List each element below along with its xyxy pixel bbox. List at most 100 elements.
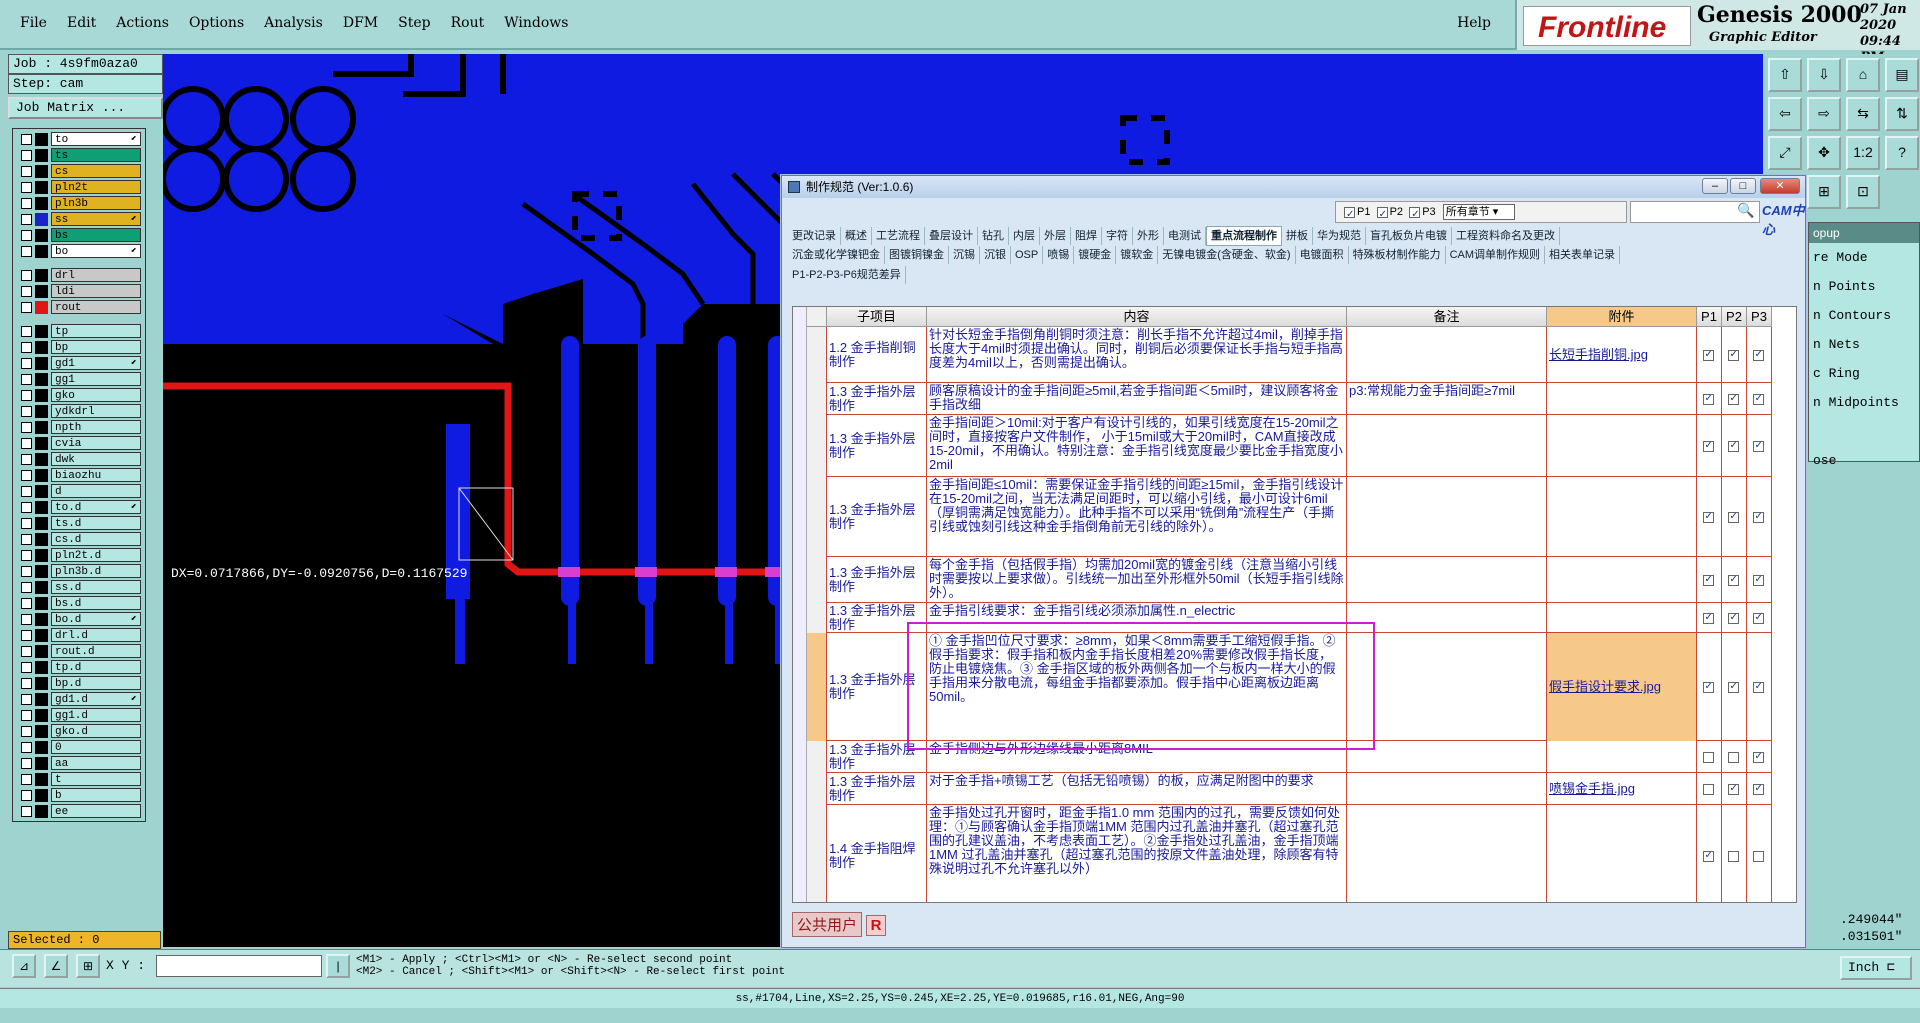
menu-analysis[interactable]: Analysis (264, 15, 323, 31)
layer-row[interactable]: bo.d ⬋ (15, 611, 143, 627)
layer-row[interactable]: gg1 (15, 371, 143, 387)
layer-name[interactable]: to ⬋ (51, 132, 141, 146)
p3-checkbox[interactable] (1752, 850, 1764, 862)
p3-checkbox[interactable] (1752, 573, 1764, 587)
maximize-button[interactable]: □ (1730, 178, 1756, 194)
layer-row[interactable]: d (15, 483, 143, 499)
tab-tabs_row1-15[interactable]: 工程资料命名及更改 (1452, 227, 1560, 245)
cell-attachment[interactable]: 假手指设计要求.jpg (1547, 633, 1697, 741)
layer-name[interactable]: ldi (51, 284, 141, 298)
layer-name[interactable]: gd1.d ⬋ (51, 692, 141, 706)
layer-color-swatch[interactable] (35, 468, 48, 482)
cell-attachment[interactable] (1547, 477, 1697, 557)
close-button[interactable]: ✕ (1760, 178, 1800, 194)
layer-name[interactable]: tp.d (51, 660, 141, 674)
p1-checkbox[interactable] (1702, 680, 1714, 694)
p2-checkbox[interactable] (1376, 205, 1388, 225)
layer-color-swatch[interactable] (35, 676, 48, 690)
cell-attachment[interactable] (1547, 383, 1697, 415)
layer-color-swatch[interactable] (35, 628, 48, 642)
tab-tabs_row2-12[interactable]: 相关表单记录 (1545, 246, 1621, 264)
layer-color-swatch[interactable] (35, 532, 48, 546)
net-icon[interactable]: ⊡ (1846, 175, 1880, 209)
layer-row[interactable]: rout (15, 299, 143, 315)
p3-checkbox[interactable] (1752, 750, 1764, 764)
layer-name[interactable]: pln3b.d (51, 564, 141, 578)
scale-1-2-icon[interactable]: 1:2 (1846, 136, 1880, 170)
layer-name[interactable]: d (51, 484, 141, 498)
layer-name[interactable]: bs.d (51, 596, 141, 610)
menu-options[interactable]: Options (189, 15, 244, 31)
table-row[interactable]: 1.3 金手指外层制作 金手指间距≤10mil：需要保证金手指引线的间距≥15mi… (807, 477, 1772, 557)
p1-checkbox[interactable] (1702, 439, 1714, 453)
p1-checkbox[interactable] (1702, 849, 1714, 863)
layer-color-swatch[interactable] (35, 180, 48, 194)
cell-attachment[interactable] (1547, 805, 1697, 902)
tab-tabs_row1-1[interactable]: 概述 (841, 227, 872, 245)
layer-checkbox[interactable] (21, 773, 32, 785)
tab-tabs_row2-2[interactable]: 沉锡 (949, 246, 980, 264)
layer-checkbox[interactable] (21, 269, 32, 281)
tab-tabs_row3-0[interactable]: P1-P2-P3-P6规范差异 (788, 266, 906, 284)
table-row[interactable]: 1.3 金手指外层制作 对于金手指+喷锡工艺（包括无铅喷锡）的板，应满足附图中的要… (807, 773, 1772, 805)
layer-name[interactable]: pln2t.d (51, 548, 141, 562)
layer-name[interactable]: biaozhu (51, 468, 141, 482)
popup-item[interactable]: n Contours (1809, 301, 1919, 330)
tab-tabs_row1-8[interactable]: 字符 (1102, 227, 1133, 245)
layer-checkbox[interactable] (21, 181, 32, 193)
tab-tabs_row2-11[interactable]: CAM调单制作规则 (1446, 246, 1546, 264)
table-row[interactable]: 1.3 金手指外层制作 金手指间距＞10mil:对于客户有设计引线的，如果引线宽度… (807, 415, 1772, 477)
p3-checkbox[interactable] (1752, 348, 1764, 362)
column-header[interactable]: 备注 (1347, 307, 1547, 326)
layer-color-swatch[interactable] (35, 612, 48, 626)
popup-item[interactable]: c Ring (1809, 359, 1919, 388)
layer-checkbox[interactable] (21, 741, 32, 753)
layer-color-swatch[interactable] (35, 724, 48, 738)
tab-tabs_row2-9[interactable]: 电镀面积 (1296, 246, 1349, 264)
layer-name[interactable]: rout.d (51, 644, 141, 658)
layer-row[interactable]: bo ⬋ (15, 243, 143, 259)
table-row[interactable]: 1.3 金手指外层制作 顾客原稿设计的金手指间距≥5mil,若金手指间距＜5mil… (807, 383, 1772, 415)
tab-tabs_row2-10[interactable]: 特殊板材制作能力 (1349, 246, 1446, 264)
layer-checkbox[interactable] (21, 581, 32, 593)
layer-color-swatch[interactable] (35, 196, 48, 210)
tab-tabs_row1-5[interactable]: 内层 (1009, 227, 1040, 245)
layer-checkbox[interactable] (21, 805, 32, 817)
column-header[interactable]: 附件 (1547, 307, 1697, 326)
layer-checkbox[interactable] (21, 757, 32, 769)
layer-checkbox[interactable] (21, 597, 32, 609)
layer-row[interactable]: aa (15, 755, 143, 771)
layers-icon[interactable]: ▤ (1885, 58, 1919, 92)
layer-row[interactable]: to ⬋ (15, 131, 143, 147)
layer-color-swatch[interactable] (35, 516, 48, 530)
menu-edit[interactable]: Edit (67, 15, 96, 31)
layer-color-swatch[interactable] (35, 708, 48, 722)
tab-tabs_row2-4[interactable]: OSP (1011, 246, 1044, 264)
table-row[interactable]: 1.4 金手指阻焊制作 金手指处过孔开窗时，距金手指1.0 mm 范围内的过孔，需… (807, 805, 1772, 902)
layer-name[interactable]: bo ⬋ (51, 244, 141, 258)
layer-checkbox[interactable] (21, 149, 32, 161)
layer-name[interactable]: bs (51, 228, 141, 242)
tab-tabs_row1-10[interactable]: 电测试 (1164, 227, 1206, 245)
layer-row[interactable]: npth (15, 419, 143, 435)
layer-name[interactable]: aa (51, 756, 141, 770)
p2-checkbox[interactable] (1727, 680, 1739, 694)
menu-file[interactable]: File (20, 15, 47, 31)
layer-checkbox[interactable] (21, 437, 32, 449)
layer-color-swatch[interactable] (35, 420, 48, 434)
mirror-icon[interactable]: ⇆ (1846, 97, 1880, 131)
layer-row[interactable]: ss ⬋ (15, 211, 143, 227)
layer-row[interactable]: gd1.d ⬋ (15, 691, 143, 707)
cell-attachment-text[interactable]: 长短手指削铜.jpg (1549, 348, 1648, 362)
layer-color-swatch[interactable] (35, 268, 48, 282)
tab-tabs_row2-5[interactable]: 喷锡 (1043, 246, 1075, 264)
center-icon[interactable]: ✥ (1807, 136, 1841, 170)
layer-name[interactable]: gg1.d (51, 708, 141, 722)
p2-checkbox[interactable] (1727, 573, 1739, 587)
cell-attachment[interactable] (1547, 557, 1697, 603)
p2-checkbox[interactable] (1727, 348, 1739, 362)
layer-row[interactable]: drl.d (15, 627, 143, 643)
layer-checkbox[interactable] (21, 325, 32, 337)
tab-tabs_row2-1[interactable]: 图镀铜镍金 (885, 246, 949, 264)
layer-color-swatch[interactable] (35, 300, 48, 314)
